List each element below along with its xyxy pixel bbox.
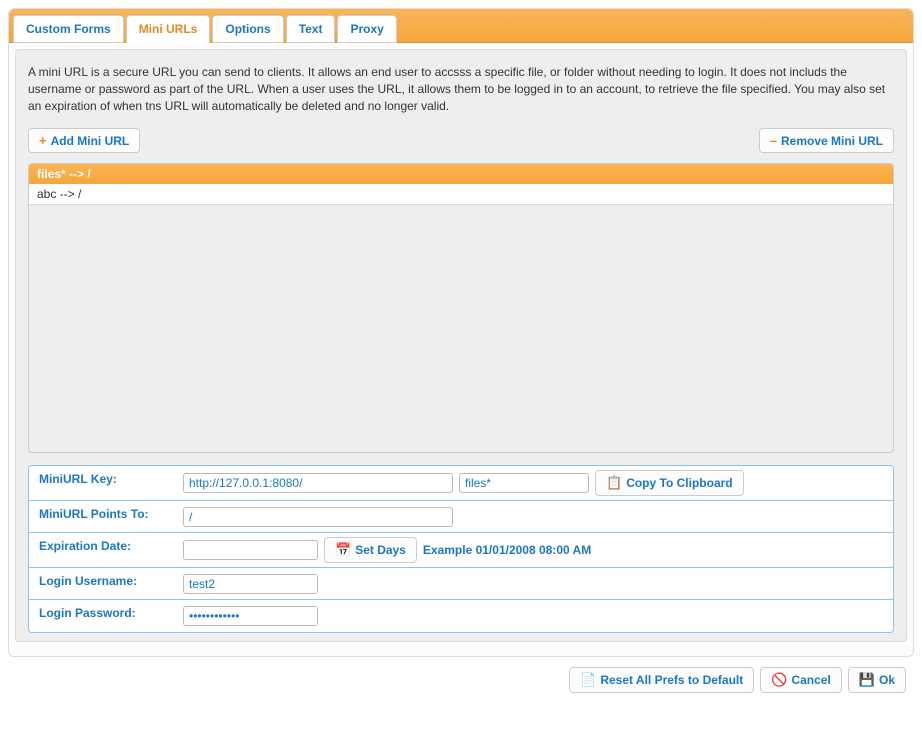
expiration-input[interactable] <box>183 540 318 560</box>
remove-label: Remove Mini URL <box>781 134 883 148</box>
reset-label: Reset All Prefs to Default <box>600 673 743 687</box>
cancel-label: Cancel <box>791 673 830 687</box>
cancel-icon: 🚫 <box>771 672 787 688</box>
calendar-icon: 📅 <box>335 542 351 558</box>
expiration-example: Example 01/01/2008 08:00 AM <box>423 543 591 557</box>
tab-text[interactable]: Text <box>286 15 336 43</box>
points-to-input[interactable] <box>183 507 453 527</box>
set-days-label: Set Days <box>355 543 406 557</box>
username-input[interactable] <box>183 574 318 594</box>
reset-prefs-button[interactable]: 📄 Reset All Prefs to Default <box>569 667 754 693</box>
clipboard-icon: 📋 <box>606 475 622 491</box>
cancel-button[interactable]: 🚫 Cancel <box>760 667 842 693</box>
row-points-to: MiniURL Points To: <box>29 501 893 533</box>
reset-icon: 📄 <box>580 672 596 688</box>
label-expiration: Expiration Date: <box>29 533 177 559</box>
remove-mini-url-button[interactable]: – Remove Mini URL <box>759 128 894 153</box>
bottom-bar: 📄 Reset All Prefs to Default 🚫 Cancel 💾 … <box>8 657 914 693</box>
description-text: A mini URL is a secure URL you can send … <box>28 64 894 114</box>
row-password: Login Password: <box>29 600 893 632</box>
set-days-button[interactable]: 📅 Set Days <box>324 537 417 563</box>
copy-label: Copy To Clipboard <box>626 476 732 490</box>
label-password: Login Password: <box>29 600 177 626</box>
tab-options[interactable]: Options <box>212 15 283 43</box>
mini-url-list: files* --> / abc --> / <box>28 163 894 453</box>
ok-icon: 💾 <box>859 672 875 688</box>
row-expiration: Expiration Date: 📅 Set Days Example 01/0… <box>29 533 893 568</box>
minus-icon: – <box>770 133 777 148</box>
label-points-to: MiniURL Points To: <box>29 501 177 527</box>
label-miniurl-key: MiniURL Key: <box>29 466 177 492</box>
toolbar: + Add Mini URL – Remove Mini URL <box>28 128 894 153</box>
add-mini-url-button[interactable]: + Add Mini URL <box>28 128 140 153</box>
row-miniurl-key: MiniURL Key: 📋 Copy To Clipboard <box>29 466 893 501</box>
list-item[interactable]: abc --> / <box>29 184 893 205</box>
add-label: Add Mini URL <box>51 134 130 148</box>
list-selected-header[interactable]: files* --> / <box>29 164 893 184</box>
main-panel: Custom Forms Mini URLs Options Text Prox… <box>8 8 914 657</box>
tab-strip: Custom Forms Mini URLs Options Text Prox… <box>9 9 913 43</box>
tab-mini-urls[interactable]: Mini URLs <box>126 15 211 43</box>
miniurl-base-input[interactable] <box>183 473 453 493</box>
ok-label: Ok <box>879 673 895 687</box>
content-area: A mini URL is a secure URL you can send … <box>15 49 907 642</box>
tab-custom-forms[interactable]: Custom Forms <box>13 15 124 43</box>
ok-button[interactable]: 💾 Ok <box>848 667 906 693</box>
row-username: Login Username: <box>29 568 893 600</box>
tab-proxy[interactable]: Proxy <box>337 15 396 43</box>
password-input[interactable] <box>183 606 318 626</box>
form-table: MiniURL Key: 📋 Copy To Clipboard MiniURL… <box>28 465 894 633</box>
copy-clipboard-button[interactable]: 📋 Copy To Clipboard <box>595 470 744 496</box>
label-username: Login Username: <box>29 568 177 594</box>
miniurl-key-input[interactable] <box>459 473 589 493</box>
plus-icon: + <box>39 133 47 148</box>
